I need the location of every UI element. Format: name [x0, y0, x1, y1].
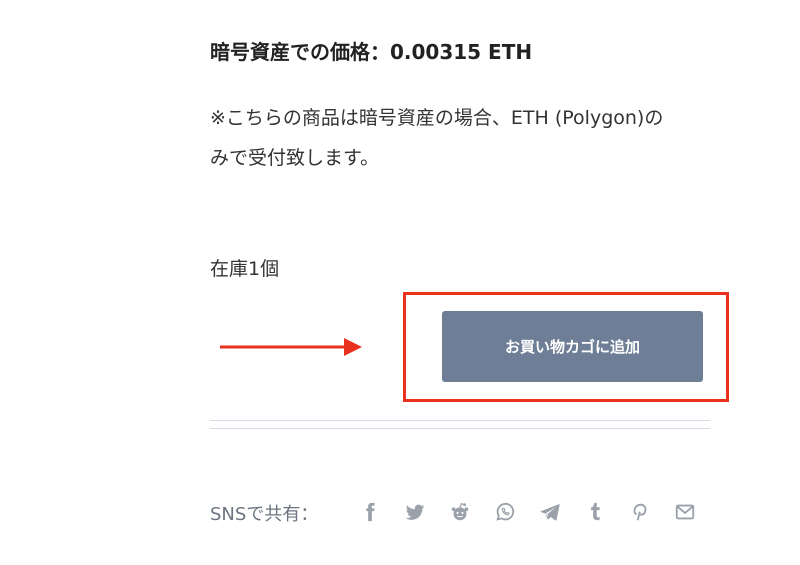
tumblr-icon[interactable] — [583, 500, 607, 524]
whatsapp-icon[interactable] — [493, 500, 517, 524]
payment-note: ※こちらの商品は暗号資産の場合、ETH (Polygon)のみで受付致します。 — [210, 107, 664, 169]
email-icon[interactable] — [673, 500, 697, 524]
facebook-icon[interactable] — [358, 500, 382, 524]
share-label: SNSで共有： — [210, 504, 319, 525]
annotation-arrow — [220, 338, 362, 356]
telegram-icon[interactable] — [538, 500, 562, 524]
crypto-price: 暗号資産での価格：0.00315 ETH — [210, 40, 533, 64]
divider — [210, 428, 710, 429]
reddit-icon[interactable] — [448, 500, 472, 524]
pinterest-icon[interactable] — [628, 500, 652, 524]
share-icons — [358, 500, 718, 524]
add-to-cart-label: お買い物カゴに追加 — [504, 338, 640, 356]
stock-count: 在庫1個 — [210, 258, 280, 280]
add-to-cart-button[interactable]: お買い物カゴに追加 — [442, 311, 703, 382]
twitter-icon[interactable] — [403, 500, 427, 524]
divider — [210, 420, 710, 421]
